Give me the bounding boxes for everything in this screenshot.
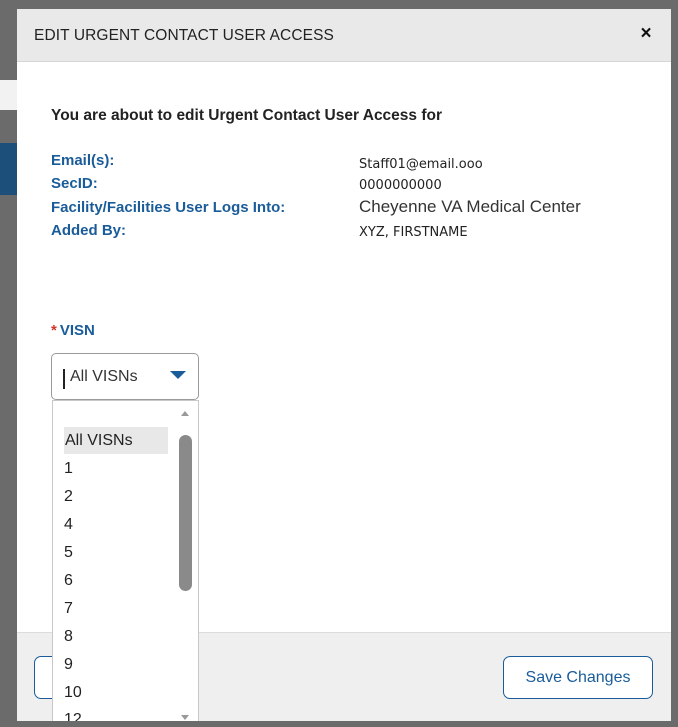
edit-access-modal: EDIT URGENT CONTACT USER ACCESS × You ar… (17, 9, 671, 721)
visn-option[interactable]: 9 (64, 651, 73, 678)
scroll-down-icon[interactable] (181, 715, 189, 720)
modal-header: EDIT URGENT CONTACT USER ACCESS × (17, 9, 671, 62)
visn-label: * VISN (51, 322, 95, 339)
text-cursor (63, 369, 65, 389)
visn-select[interactable]: All VISNs (51, 353, 199, 400)
visn-option[interactable]: 4 (64, 511, 73, 538)
visn-dropdown-list[interactable]: All VISNs 1 2 4 5 6 7 8 9 10 12 (52, 400, 199, 721)
scroll-up-icon[interactable] (181, 411, 189, 416)
secid-value: 0000000000 (359, 178, 442, 193)
background-header-band (0, 143, 17, 195)
visn-option[interactable]: 5 (64, 539, 73, 566)
chevron-down-icon[interactable] (170, 371, 186, 379)
secid-label: SecID: (51, 175, 98, 192)
save-changes-button[interactable]: Save Changes (503, 656, 653, 699)
close-icon[interactable]: × (635, 23, 657, 45)
visn-option[interactable]: 6 (64, 567, 73, 594)
visn-option[interactable]: 10 (64, 679, 82, 706)
modal-title: EDIT URGENT CONTACT USER ACCESS (34, 27, 334, 44)
background-page (0, 80, 17, 110)
added-by-label: Added By: (51, 222, 126, 239)
visn-label-text: VISN (59, 322, 95, 339)
visn-option[interactable]: 1 (64, 455, 73, 482)
facility-value: Cheyenne VA Medical Center (359, 197, 581, 216)
email-value: Staff01@email.ooo (359, 157, 483, 172)
added-by-value: XYZ, FIRSTNAME (359, 225, 468, 240)
visn-option[interactable]: 8 (64, 623, 73, 650)
visn-select-value: All VISNs (70, 368, 138, 385)
visn-option[interactable]: 2 (64, 483, 73, 510)
facility-label: Facility/Facilities User Logs Into: (51, 199, 286, 216)
scrollbar-thumb[interactable] (179, 435, 192, 591)
email-label: Email(s): (51, 152, 115, 169)
visn-option[interactable]: All VISNs (64, 427, 168, 454)
visn-option[interactable]: 12 (64, 706, 82, 721)
required-marker: * (51, 322, 57, 339)
visn-option[interactable]: 7 (64, 595, 73, 622)
intro-text: You are about to edit Urgent Contact Use… (51, 107, 443, 124)
